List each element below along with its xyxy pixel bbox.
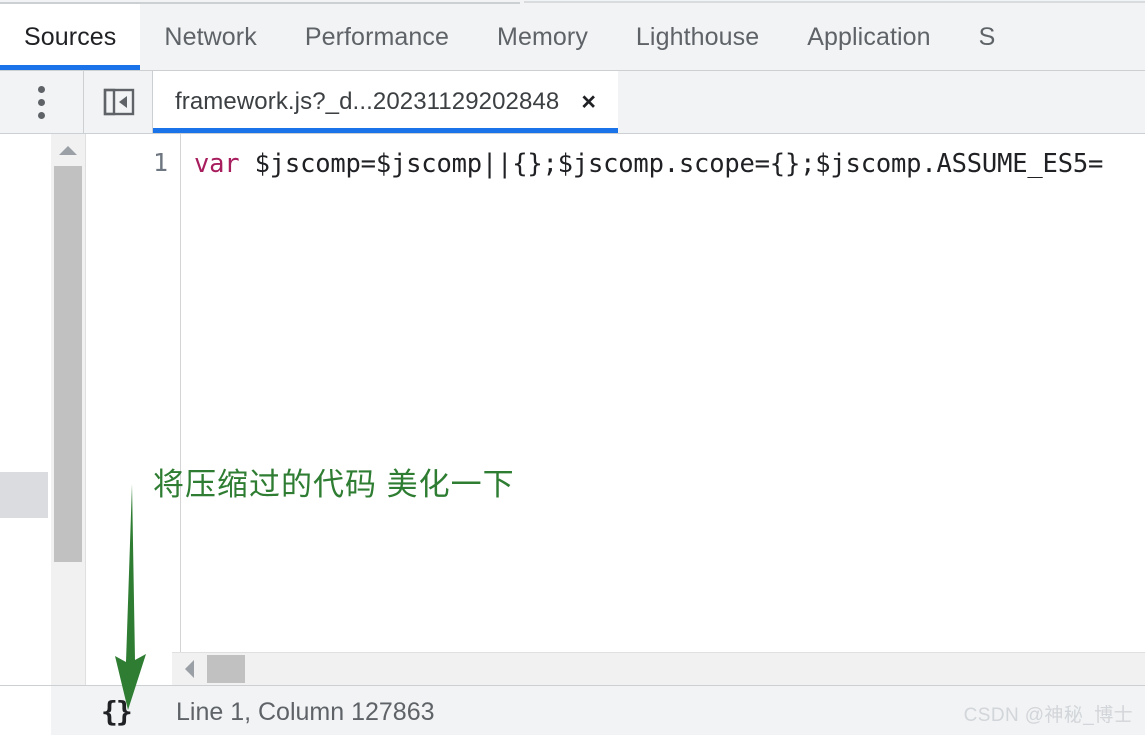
line-number: 1 — [152, 148, 168, 177]
file-tab-label: framework.js?_d...20231129202848 — [175, 88, 560, 115]
file-tab-active-indicator — [153, 128, 618, 133]
tab-performance[interactable]: Performance — [281, 4, 473, 70]
code-line-1-rest: $jscomp=$jscomp||{};$jscomp.scope={};$js… — [239, 149, 1104, 179]
tab-application-label: Application — [807, 22, 931, 51]
code-pane: 1 var $jscomp=$jscomp||{};$jscomp.scope=… — [86, 134, 1145, 685]
panel-tab-list: Sources Network Performance Memory Light… — [0, 4, 995, 70]
kebab-dot — [38, 85, 45, 93]
caret-up-icon[interactable] — [51, 134, 85, 165]
top-edge-segment-right — [524, 1, 1145, 3]
tab-performance-label: Performance — [304, 22, 450, 51]
editor-status-bar: {} Line 1, Column 127863 CSDN @神秘_博士 — [0, 685, 1145, 735]
tab-sources-label: Sources — [24, 22, 117, 51]
kebab-menu-icon — [38, 83, 45, 122]
watermark-label: CSDN @神秘_博士 — [963, 705, 1133, 726]
editor-gutter: 1 — [86, 134, 181, 685]
editor-vertical-scrollbar[interactable] — [51, 134, 86, 685]
tab-active-indicator — [0, 65, 141, 70]
navigator-selected-row[interactable] — [0, 472, 48, 518]
show-navigator-panel-icon — [103, 88, 134, 116]
tab-security-clipped[interactable]: S — [955, 4, 996, 70]
vertical-scrollbar-thumb[interactable] — [54, 166, 82, 562]
tab-sources[interactable]: Sources — [0, 4, 141, 70]
annotation-text: 将压缩过的代码 美化一下 — [153, 467, 515, 502]
editor-horizontal-scrollbar[interactable] — [172, 652, 1145, 685]
file-tab-framework-js[interactable]: framework.js?_d...20231129202848 × — [153, 71, 618, 133]
tab-memory-label: Memory — [497, 22, 588, 51]
cursor-position-label: Line 1, Column 127863 — [176, 698, 435, 726]
tab-application[interactable]: Application — [783, 4, 954, 70]
more-options-button[interactable] — [0, 71, 84, 133]
tab-memory[interactable]: Memory — [473, 4, 612, 70]
tab-network-label: Network — [164, 22, 257, 51]
source-editor-area: 028 3112 n 眼 — [0, 134, 1145, 685]
kebab-dot — [38, 98, 45, 106]
sources-file-tabbar: framework.js?_d...20231129202848 × — [0, 71, 1145, 134]
tab-security-label: S — [978, 22, 996, 51]
code-keyword-var: var — [194, 149, 240, 179]
pretty-print-braces-icon[interactable]: {} — [101, 695, 133, 728]
tab-lighthouse-label: Lighthouse — [635, 22, 760, 51]
devtools-screenshot: Sources Network Performance Memory Light… — [0, 0, 1145, 735]
devtools-panel-tabbar: Sources Network Performance Memory Light… — [0, 4, 1145, 71]
code-line-1[interactable]: var $jscomp=$jscomp||{};$jscomp.scope={}… — [194, 147, 1103, 181]
close-icon[interactable]: × — [581, 89, 596, 115]
show-navigator-button[interactable] — [85, 71, 153, 133]
caret-left-icon[interactable] — [172, 653, 205, 685]
navigator-panel-sliver[interactable]: 028 3112 n 眼 — [0, 134, 51, 685]
horizontal-scrollbar-thumb[interactable] — [207, 655, 245, 683]
tab-network[interactable]: Network — [140, 4, 280, 70]
tab-lighthouse[interactable]: Lighthouse — [612, 4, 783, 70]
kebab-dot — [38, 111, 45, 119]
navigator-sliver-footer — [0, 686, 51, 735]
